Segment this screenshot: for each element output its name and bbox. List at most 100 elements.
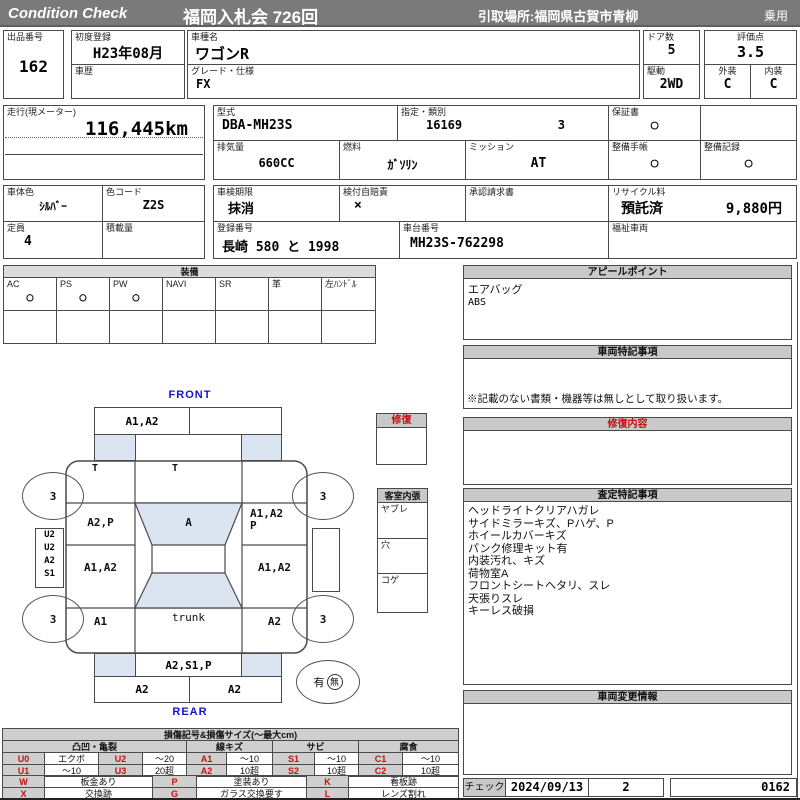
interior-grade-cell: 内装 C <box>750 64 797 99</box>
car-body-outline <box>65 460 308 654</box>
recycle-fee-label: リサイクル料 <box>612 187 666 197</box>
mileage-dotted-rule <box>5 137 203 138</box>
model-code-cell: 型式 DBA-MH23S <box>213 105 398 141</box>
recycle-fee-cell: リサイクル料 預託済 9,880円 <box>608 185 797 222</box>
legend-code: C1 <box>358 752 403 765</box>
designation-cell: 指定・類別 16169 3 <box>397 105 612 141</box>
legend-desc: 塗装あり <box>196 775 307 788</box>
equipment-value-pw: ○ <box>132 290 140 304</box>
cabin-row-tear-label: ヤブレ <box>381 504 409 514</box>
rear-bumper-left-half: A2 <box>95 677 190 702</box>
serial-number-cell: 0162 <box>670 778 797 797</box>
inspection-label: 車検期限 <box>217 187 254 197</box>
lot-number-label: 出品番号 <box>7 32 44 42</box>
recycle-fee-value: 9,880円 <box>725 201 782 217</box>
equipment-divider-2 <box>109 310 110 344</box>
chassis-number-label: 車台番号 <box>403 223 440 233</box>
legend-group-corrosion: 腐食 <box>357 740 460 753</box>
repair-legend-table: W 板金あり P 塗装あり K 看板跡 X 交換跡 G ガラス交換要す L レン… <box>2 775 459 800</box>
color-code-cell: 色コード Z2S <box>102 185 205 222</box>
legend-code: U2 <box>98 752 143 765</box>
equipment-cell-lhd: 左ﾊﾝﾄﾞﾙ <box>321 277 376 311</box>
assessment-line: 天張りスレ <box>468 592 523 605</box>
transmission-label: ミッション <box>469 142 515 152</box>
doors-cell: ドア数 5 <box>643 30 700 65</box>
history-label: 車歴 <box>75 66 94 76</box>
front-bumper-left-half: A1,A2 <box>95 408 190 434</box>
right-rear-door-damage: A1,A2 <box>257 561 292 574</box>
left-front-door-damage: A2,P <box>87 516 114 529</box>
rear-panel-damage: A2,S1,P <box>165 658 212 672</box>
capacity-value: 4 <box>24 234 32 249</box>
approval-request-cell: 承認請求書 <box>465 185 612 222</box>
spare-tire-mark: 有 無 <box>296 660 360 704</box>
model-code-label: 型式 <box>217 107 236 117</box>
displacement-label: 排気量 <box>217 142 245 152</box>
displacement-value: 660CC <box>258 156 295 170</box>
equipment-value-ac: ○ <box>26 290 34 304</box>
left-side-code: U2 <box>44 543 55 553</box>
drive-label: 駆動 <box>647 66 666 76</box>
rear-bumper-cell: A2 A2 <box>94 676 282 703</box>
equipment-divider-5 <box>268 310 269 344</box>
equipment-divider-4 <box>215 310 216 344</box>
appeal-line-2: ABS <box>468 297 487 308</box>
first-registration-cell: 初度登録 H23年08月 <box>71 30 185 65</box>
vehicle-notes-header: 車両特記事項 <box>463 345 792 359</box>
drive-cell: 駆動 2WD <box>643 64 700 99</box>
exterior-grade-label: 外装 <box>718 66 737 76</box>
displacement-cell: 排気量 660CC <box>213 140 340 180</box>
spare-tire-absent-label: 無 <box>326 674 343 690</box>
pickup-location: 引取場所:福岡県古賀市青柳 <box>478 9 639 24</box>
left-side-code: A2 <box>44 556 55 566</box>
doors-value: 5 <box>667 43 676 58</box>
chassis-number-value: MH23S-762298 <box>410 236 504 251</box>
appeal-body: エアバッグ ABS <box>463 278 792 340</box>
model-name-label: 車種名 <box>191 32 219 42</box>
check-date-cell: 2024/09/13 <box>505 778 589 797</box>
change-info-header: 車両変更情報 <box>463 690 792 704</box>
cabin-row-hole-label: 穴 <box>381 540 391 550</box>
service-record-value: ○ <box>744 156 753 171</box>
insurance-cell: 検付自賠責 × <box>339 185 466 222</box>
appeal-line-1: エアバッグ <box>468 284 523 296</box>
equipment-label-pw: PW <box>113 279 128 289</box>
interior-grade-value: C <box>769 77 778 92</box>
legend-desc: 〜10 <box>401 752 460 765</box>
warranty-value: ○ <box>650 118 659 133</box>
right-side-box <box>312 528 340 592</box>
auction-title: 福岡入札会 726回 <box>183 8 319 27</box>
appeal-header: アピールポイント <box>463 265 792 279</box>
warranty-label: 保証書 <box>612 107 640 117</box>
insurance-value: × <box>354 198 362 213</box>
equipment-divider-6 <box>321 310 322 344</box>
equipment-cell-ac: AC ○ <box>3 277 57 311</box>
windshield-damage: A <box>185 516 192 529</box>
repair-flag-header: 修復 <box>376 413 427 428</box>
assessment-line: 内装汚れ、キズ <box>468 555 546 567</box>
capacity-label: 定員 <box>7 223 26 233</box>
header-bar: Condition Check 福岡入札会 726回 引取場所:福岡県古賀市青柳… <box>0 0 800 27</box>
service-book-value: ○ <box>650 156 659 171</box>
wheel-front-right: 3 <box>292 472 354 520</box>
score-label: 評価点 <box>736 32 764 42</box>
front-bumper-cell: A1,A2 <box>94 407 282 435</box>
legend-title: 損傷記号&損傷サイズ(〜最大cm) <box>1 728 460 741</box>
cabin-row-hole: 穴 <box>377 538 428 574</box>
fuel-label: 燃料 <box>343 142 362 152</box>
check-label-cell: チェック <box>463 778 506 797</box>
cabin-row-tear: ヤブレ <box>377 502 428 539</box>
grade-cell: グレード・仕様 FX <box>187 64 640 99</box>
load-label: 積載量 <box>106 223 134 233</box>
warranty-cell: 保証書 ○ <box>608 105 701 141</box>
legend-code: P <box>152 775 197 788</box>
assessment-body: ヘッドライトクリアハガレ サイドミラーキズ、Pハゲ、P ホイールカバーキズ パン… <box>463 501 792 685</box>
repair-flag-body <box>376 427 427 465</box>
equipment-label-ac: AC <box>7 279 20 289</box>
mileage-solid-rule <box>5 154 203 155</box>
lot-number-value: 162 <box>19 57 48 76</box>
assessment-header: 査定特記事項 <box>463 488 792 502</box>
assessment-line: ヘッドライトクリアハガレ <box>468 505 600 517</box>
lot-number-cell: 出品番号 162 <box>3 30 64 99</box>
equipment-label-navi: NAVI <box>166 279 187 289</box>
